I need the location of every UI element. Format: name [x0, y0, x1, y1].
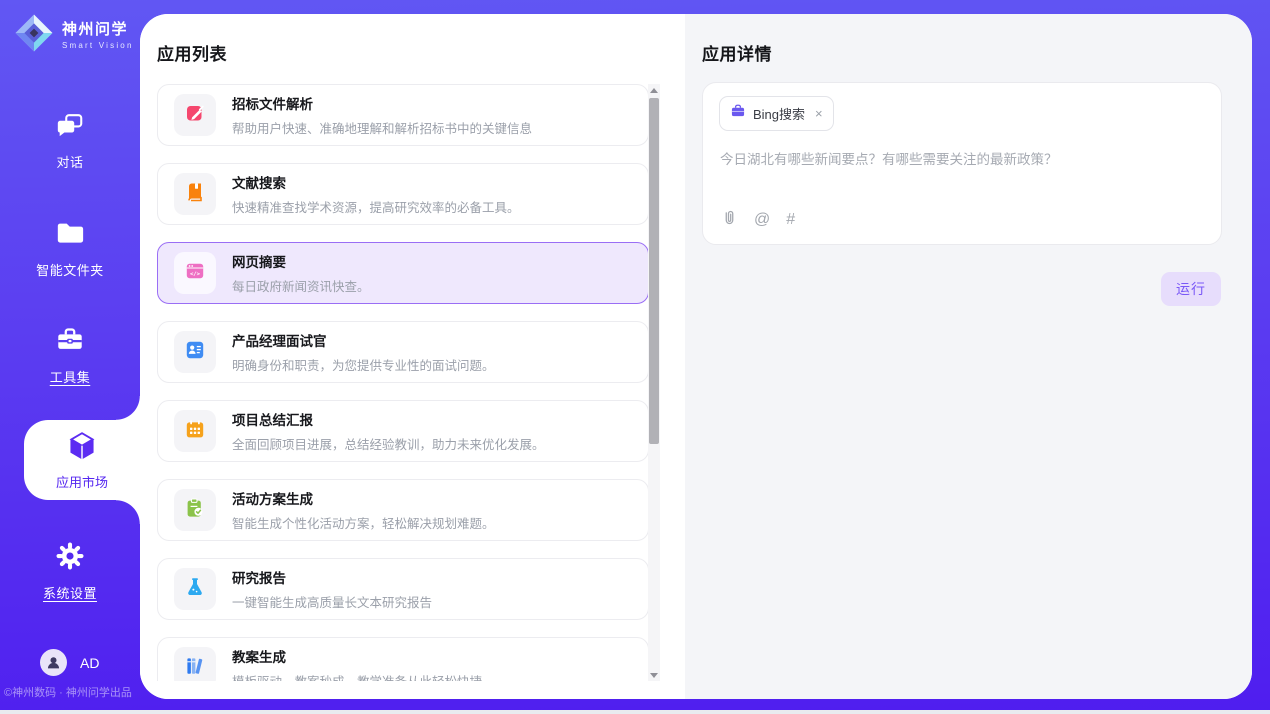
user-avatar-icon	[40, 649, 67, 676]
edit-document-icon	[184, 102, 206, 129]
svg-text:</>: </>	[190, 271, 201, 277]
book-icon	[184, 181, 206, 208]
app-card-pm-interviewer[interactable]: 产品经理面试官 明确身份和职责，为您提供专业性的面试问题。	[157, 321, 649, 383]
app-title: 产品经理面试官	[232, 330, 495, 350]
app-description: 一键智能生成高质量长文本研究报告	[232, 592, 432, 611]
app-description: 快速精准查找学术资源，提高研究效率的必备工具。	[232, 197, 520, 216]
sidebar-item-chat[interactable]: 对话	[0, 110, 140, 171]
app-title: 研究报告	[232, 567, 432, 587]
cube-icon	[66, 430, 98, 467]
sidebar: 神州问学 Smart Vision 对话 智能文件夹	[0, 0, 140, 714]
books-icon	[184, 655, 206, 682]
close-icon[interactable]: ×	[815, 107, 823, 120]
sidebar-item-label: 工具集	[50, 367, 91, 386]
browser-code-icon: </>	[184, 260, 206, 287]
sidebar-item-smart-folder[interactable]: 智能文件夹	[0, 218, 140, 279]
bump-curve-top	[116, 396, 140, 420]
app-title: 招标文件解析	[232, 93, 532, 113]
interview-icon	[184, 339, 206, 366]
calendar-icon	[184, 418, 206, 445]
app-icon-tile	[174, 94, 216, 136]
app-list-panel: 应用列表 招标文件解析 帮助用户快速	[140, 14, 685, 699]
query-input[interactable]: 今日湖北有哪些新闻要点？有哪些需要关注的最新政策？	[720, 150, 1205, 170]
brand-name: 神州问学	[62, 21, 134, 39]
app-title: 活动方案生成	[232, 488, 495, 508]
scrollbar-thumb[interactable]	[649, 98, 659, 444]
app-icon-tile	[174, 489, 216, 531]
app-detail-panel: 应用详情 Bing搜索 × 今日湖北有哪些新闻要点？有哪些需要关注的最新政策？	[685, 14, 1252, 699]
briefcase-icon	[730, 103, 746, 124]
window-bottom-edge	[0, 710, 1270, 714]
chat-icon	[55, 110, 85, 145]
query-composer: Bing搜索 × 今日湖北有哪些新闻要点？有哪些需要关注的最新政策？ @ #	[702, 82, 1222, 245]
tool-tag-bing-search[interactable]: Bing搜索 ×	[719, 96, 834, 131]
app-list-title: 应用列表	[157, 40, 227, 65]
composer-toolbar: @ #	[721, 209, 795, 231]
sidebar-item-label: 应用市场	[56, 472, 108, 491]
app-description: 智能生成个性化活动方案，轻松解决规划难题。	[232, 513, 495, 532]
app-description: 帮助用户快速、准确地理解和解析招标书中的关键信息	[232, 118, 532, 137]
app-title: 教案生成	[232, 646, 482, 666]
app-card-research-report[interactable]: 研究报告 一键智能生成高质量长文本研究报告	[157, 558, 649, 620]
app-card-lesson-plan[interactable]: 教案生成 模板驱动，教案秒成，教学准备从此轻松快捷	[157, 637, 649, 681]
copyright-footer: ©神州数码 · 神州问学出品	[4, 684, 154, 700]
app-detail-title: 应用详情	[702, 40, 772, 65]
sidebar-item-label: 智能文件夹	[36, 260, 104, 279]
app-icon-tile: </>	[174, 252, 216, 294]
app-description: 全面回顾项目进展，总结经验教训，助力未来优化发展。	[232, 434, 545, 453]
brand-subtitle: Smart Vision	[62, 41, 134, 50]
brand-logo: 神州问学 Smart Vision	[13, 12, 134, 59]
mention-icon[interactable]: @	[754, 212, 770, 228]
scrollbar-down-arrow-icon[interactable]	[648, 669, 660, 681]
app-card-bid-parsing[interactable]: 招标文件解析 帮助用户快速、准确地理解和解析招标书中的关键信息	[157, 84, 649, 146]
sidebar-item-settings[interactable]: 系统设置	[0, 541, 140, 602]
toolbox-icon	[55, 325, 85, 360]
user-account[interactable]: AD	[40, 649, 99, 676]
content-frame: 应用列表 招标文件解析 帮助用户快速	[140, 14, 1252, 699]
app-title: 网页摘要	[232, 251, 370, 271]
app-card-list: 招标文件解析 帮助用户快速、准确地理解和解析招标书中的关键信息	[157, 84, 649, 681]
app-description: 每日政府新闻资讯快查。	[232, 276, 370, 295]
clipboard-check-icon	[184, 497, 206, 524]
sidebar-item-label: 系统设置	[43, 583, 97, 602]
app-title: 项目总结汇报	[232, 409, 545, 429]
app-description: 明确身份和职责，为您提供专业性的面试问题。	[232, 355, 495, 374]
tool-tag-label: Bing搜索	[753, 104, 805, 123]
app-card-web-summary[interactable]: </> 网页摘要 每日政府新闻资讯快查。	[157, 242, 649, 304]
user-name: AD	[80, 655, 99, 671]
app-window: 神州问学 Smart Vision 对话 智能文件夹	[0, 0, 1270, 714]
app-list-scrollbar	[648, 84, 660, 681]
app-card-literature-search[interactable]: 文献搜索 快速精准查找学术资源，提高研究效率的必备工具。	[157, 163, 649, 225]
gear-icon	[55, 541, 85, 576]
app-description: 模板驱动，教案秒成，教学准备从此轻松快捷	[232, 671, 482, 681]
diamond-logo-icon	[13, 12, 55, 59]
bump-curve-bottom	[116, 500, 140, 524]
app-icon-tile	[174, 568, 216, 610]
app-icon-tile	[174, 331, 216, 373]
sidebar-item-app-market[interactable]: 应用市场	[24, 420, 140, 500]
folder-icon	[55, 218, 85, 253]
app-card-project-summary[interactable]: 项目总结汇报 全面回顾项目进展，总结经验教训，助力未来优化发展。	[157, 400, 649, 462]
scrollbar-up-arrow-icon[interactable]	[648, 84, 660, 96]
hash-icon[interactable]: #	[786, 212, 795, 228]
app-card-event-plan[interactable]: 活动方案生成 智能生成个性化活动方案，轻松解决规划难题。	[157, 479, 649, 541]
app-title: 文献搜索	[232, 172, 520, 192]
sidebar-item-toolset[interactable]: 工具集	[0, 325, 140, 386]
research-flask-icon	[184, 576, 206, 603]
run-button[interactable]: 运行	[1161, 272, 1221, 306]
sidebar-item-label: 对话	[56, 152, 83, 171]
app-icon-tile	[174, 173, 216, 215]
app-icon-tile	[174, 647, 216, 681]
app-icon-tile	[174, 410, 216, 452]
paperclip-icon[interactable]	[721, 209, 738, 231]
